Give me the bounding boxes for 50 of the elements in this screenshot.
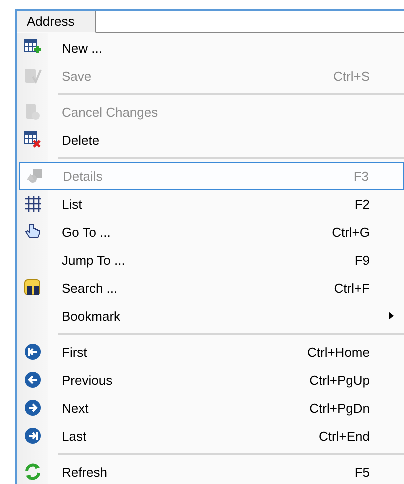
- menu-tab[interactable]: Address: [17, 11, 96, 33]
- menu-item-label: Details: [63, 168, 103, 184]
- menu-item-label: Previous: [62, 372, 113, 388]
- menu-item-label: Refresh: [62, 464, 108, 480]
- shortcut-label: F5: [354, 464, 370, 480]
- menu-item-label: Cancel Changes: [62, 104, 158, 120]
- menu-item-label: Delete: [62, 132, 100, 148]
- shapes-icon: [26, 167, 44, 185]
- menu-item-label: Bookmark: [62, 308, 121, 324]
- menu-item-label: First: [62, 344, 88, 360]
- menu-item[interactable]: List F2: [17, 190, 404, 218]
- hand-pointer-icon: [24, 223, 42, 241]
- shortcut-label: Ctrl+G: [332, 224, 370, 240]
- shortcut-label: Ctrl+End: [319, 428, 370, 444]
- shortcut-label: F2: [354, 196, 370, 212]
- shortcut-label: Ctrl+PgDn: [310, 400, 370, 416]
- menu-item[interactable]: Previous Ctrl+PgUp: [17, 366, 404, 394]
- previous-icon: [24, 371, 42, 389]
- first-icon: [24, 343, 42, 361]
- menu-item[interactable]: Jump To ... F9: [17, 246, 404, 274]
- next-icon: [24, 399, 42, 417]
- menu-item[interactable]: Search ... Ctrl+F: [17, 274, 404, 302]
- table-delete-icon: [24, 131, 42, 149]
- menu-item[interactable]: Next Ctrl+PgDn: [17, 394, 404, 422]
- menu-item-label: Jump To ...: [62, 252, 126, 268]
- menu-item[interactable]: Delete: [17, 126, 404, 154]
- refresh-icon: [24, 463, 42, 481]
- shortcut-label: Ctrl+S: [334, 68, 370, 84]
- menu-item[interactable]: Refresh F5: [17, 458, 404, 484]
- menu-item-label: Last: [62, 428, 87, 444]
- shortcut-label: Ctrl+PgUp: [310, 372, 370, 388]
- menu-item[interactable]: Last Ctrl+End: [17, 422, 404, 450]
- shortcut-label: F9: [354, 252, 370, 268]
- menu-item-label: New ...: [62, 40, 102, 56]
- last-icon: [24, 427, 42, 445]
- disk-check-icon: [24, 67, 42, 85]
- disk-undo-icon: [24, 103, 42, 121]
- menu-item[interactable]: Bookmark: [17, 302, 404, 330]
- menu-item-label: Next: [62, 400, 89, 416]
- menu-item-label: Go To ...: [62, 224, 111, 240]
- menu-item[interactable]: Go To ... Ctrl+G: [17, 218, 404, 246]
- shortcut-label: Ctrl+F: [334, 280, 370, 296]
- menu-item-label: Save: [62, 68, 92, 84]
- menu-item-label: Search ...: [62, 280, 118, 296]
- grid-icon: [24, 195, 42, 213]
- shortcut-label: F3: [354, 168, 369, 184]
- menu-item[interactable]: First Ctrl+Home: [17, 338, 404, 366]
- menu-item-label: List: [62, 196, 82, 212]
- shortcut-label: Ctrl+Home: [308, 344, 370, 360]
- menu-item[interactable]: New ...: [17, 34, 404, 62]
